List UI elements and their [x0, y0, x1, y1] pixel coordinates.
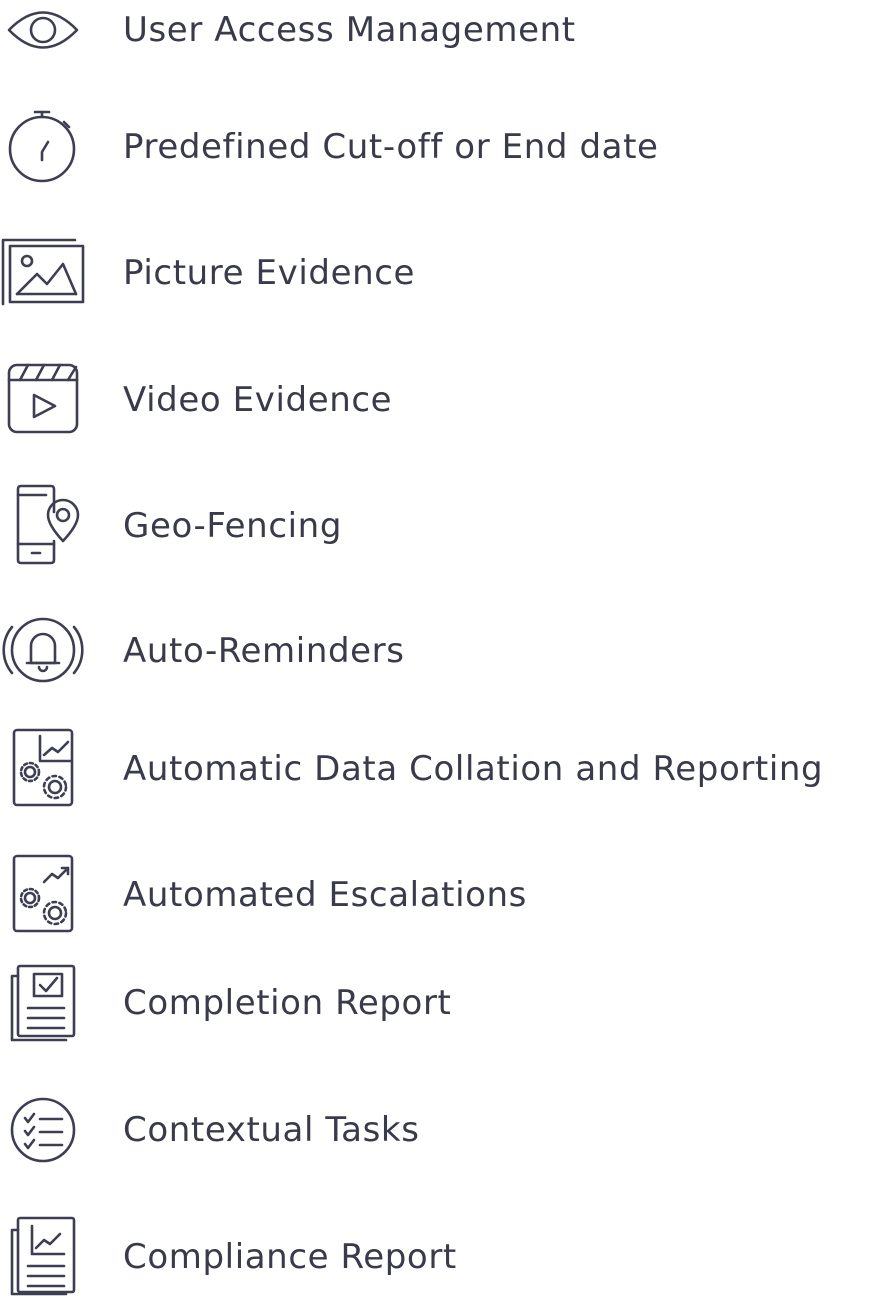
feature-automated-escalations: Automated Escalations	[0, 850, 881, 940]
feature-label: Automated Escalations	[123, 875, 527, 915]
feature-auto-reminders: Auto-Reminders	[0, 606, 881, 696]
feature-label: Compliance Report	[123, 1237, 457, 1277]
feature-label: Video Evidence	[123, 380, 393, 420]
feature-user-access-management: User Access Management	[0, 0, 881, 75]
feature-label: Geo-Fencing	[123, 506, 343, 546]
feature-video-evidence: Video Evidence	[0, 355, 881, 445]
feature-automatic-data-collation: Automatic Data Collation and Reporting	[0, 724, 881, 814]
feature-label: Automatic Data Collation and Reporting	[123, 749, 824, 789]
feature-label: Contextual Tasks	[123, 1110, 420, 1150]
stopwatch-icon	[0, 102, 90, 192]
image-icon	[0, 228, 90, 318]
checklist-circle-icon	[0, 1085, 90, 1175]
feature-label: Predefined Cut-off or End date	[123, 127, 659, 167]
chart-report-icon	[0, 1212, 90, 1302]
eye-icon	[0, 0, 90, 75]
checked-report-icon	[0, 958, 90, 1048]
feature-label: Completion Report	[123, 983, 452, 1023]
phone-location-icon	[0, 481, 90, 571]
feature-label: Picture Evidence	[123, 253, 416, 293]
feature-predefined-cutoff: Predefined Cut-off or End date	[0, 102, 881, 192]
feature-compliance-report: Compliance Report	[0, 1212, 881, 1302]
feature-picture-evidence: Picture Evidence	[0, 228, 881, 318]
feature-list: User Access Management Predefined Cut-of…	[0, 0, 881, 1296]
feature-label: User Access Management	[123, 10, 576, 50]
feature-completion-report: Completion Report	[0, 958, 881, 1048]
feature-contextual-tasks: Contextual Tasks	[0, 1085, 881, 1175]
gears-trend-icon	[0, 850, 90, 940]
video-clapper-icon	[0, 355, 90, 445]
feature-geo-fencing: Geo-Fencing	[0, 481, 881, 571]
gears-chart-icon	[0, 724, 90, 814]
feature-label: Auto-Reminders	[123, 631, 405, 671]
bell-ringing-icon	[0, 606, 90, 696]
